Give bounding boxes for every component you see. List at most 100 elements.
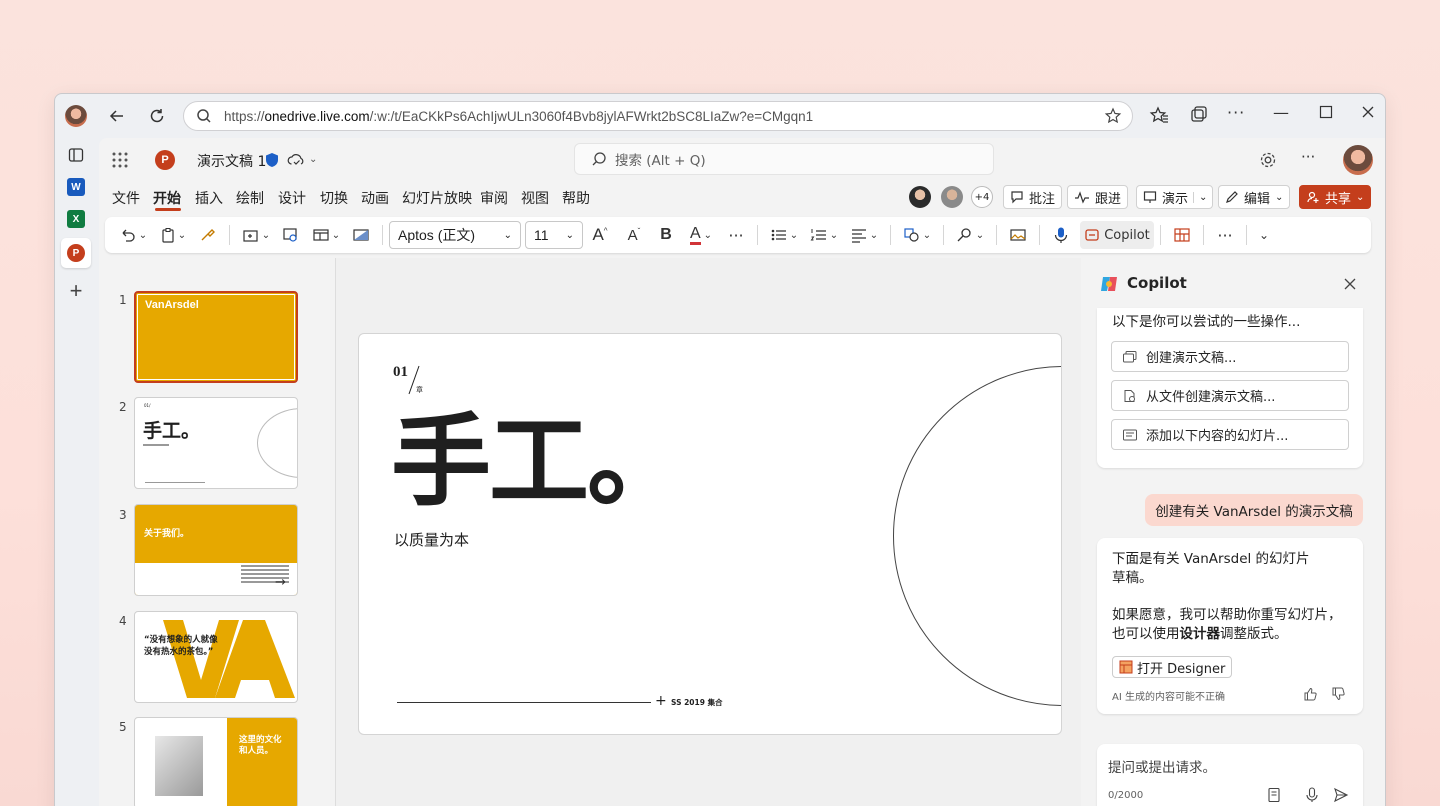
collections-icon[interactable] bbox=[1189, 105, 1209, 125]
search-icon bbox=[592, 152, 606, 166]
format-painter-button[interactable] bbox=[193, 221, 223, 249]
thumbs-down-icon[interactable] bbox=[1331, 687, 1345, 701]
align-button[interactable]: ⌄ bbox=[844, 221, 884, 249]
grow-font-button[interactable]: A^ bbox=[583, 221, 617, 249]
response-line: 也可以使用设计器调整版式。 bbox=[1112, 626, 1288, 642]
slide-thumbnail-3[interactable]: 关于我们。 → bbox=[134, 504, 298, 596]
catch-up-button[interactable]: 跟进 bbox=[1067, 185, 1129, 209]
more-options-icon[interactable]: ··· bbox=[1301, 148, 1315, 166]
menu-help[interactable]: 帮助 bbox=[562, 188, 590, 208]
menu-design[interactable]: 设计 bbox=[278, 188, 306, 208]
prompt-guide-icon[interactable] bbox=[1267, 787, 1281, 803]
suggestion-add-slide[interactable]: 添加以下内容的幻灯片... bbox=[1111, 419, 1349, 450]
slide-title[interactable]: 手工。 bbox=[391, 402, 687, 522]
tab-sidebar-icon[interactable] bbox=[63, 142, 89, 168]
word-icon[interactable]: W bbox=[67, 178, 85, 196]
slide-number: 5 bbox=[119, 720, 127, 734]
dictate-button[interactable] bbox=[1046, 221, 1076, 249]
bold-button[interactable]: B bbox=[651, 221, 681, 249]
thumbnail-brand: VanArsdel bbox=[145, 299, 199, 311]
app-rail: W X P + bbox=[55, 138, 99, 806]
menu-review[interactable]: 审阅 bbox=[480, 188, 508, 208]
undo-button[interactable]: ⌄ bbox=[113, 221, 153, 249]
document-title[interactable]: 演示文稿 1 bbox=[197, 151, 266, 171]
font-family-select[interactable]: Aptos (正文) ⌄ bbox=[389, 221, 521, 249]
menu-file[interactable]: 文件 bbox=[112, 188, 140, 208]
favorites-icon[interactable] bbox=[1149, 105, 1169, 125]
font-size-select[interactable]: 11 ⌄ bbox=[525, 221, 583, 249]
designer-button[interactable] bbox=[1167, 221, 1197, 249]
user-message: 创建有关 VanArsdel 的演示文稿 bbox=[1145, 494, 1363, 526]
menu-view[interactable]: 视图 bbox=[521, 188, 549, 208]
add-icon[interactable]: + bbox=[63, 278, 89, 304]
menu-animations[interactable]: 动画 bbox=[361, 188, 389, 208]
circle-decoration bbox=[893, 366, 1061, 706]
new-slide-button[interactable]: ⌄ bbox=[236, 221, 276, 249]
numbering-button[interactable]: ⌄ bbox=[804, 221, 844, 249]
open-designer-button[interactable]: 打开 Designer bbox=[1112, 656, 1233, 678]
save-status-dropdown[interactable]: ⌄ bbox=[287, 151, 317, 167]
copilot-ribbon-button[interactable]: Copilot bbox=[1080, 221, 1154, 249]
maximize-icon[interactable] bbox=[1319, 105, 1333, 119]
slide-thumbnail-2[interactable]: 01/ 手工。 bbox=[134, 397, 298, 489]
chapter-label[interactable]: 章 bbox=[416, 385, 423, 395]
comments-label: 批注 bbox=[1029, 191, 1056, 207]
bullets-button[interactable]: ⌄ bbox=[764, 221, 804, 249]
suggestion-create-presentation[interactable]: 创建演示文稿... bbox=[1111, 341, 1349, 372]
chat-input-placeholder[interactable]: 提问或提出请求。 bbox=[1108, 756, 1216, 776]
refresh-icon[interactable] bbox=[145, 104, 169, 128]
favorite-add-icon[interactable] bbox=[1104, 107, 1122, 125]
editing-label: 编辑 bbox=[1244, 191, 1271, 207]
slide-thumbnail-5[interactable]: 这里的文化 和人员。 bbox=[134, 717, 298, 806]
background-button[interactable] bbox=[346, 221, 376, 249]
menu-insert[interactable]: 插入 bbox=[195, 188, 223, 208]
find-button[interactable]: ⌄ bbox=[950, 221, 990, 249]
microphone-icon[interactable] bbox=[1305, 787, 1319, 803]
reuse-slides-button[interactable] bbox=[276, 221, 306, 249]
address-bar[interactable]: https://onedrive.live.com/:w:/t/EaCKkPs6… bbox=[183, 101, 1133, 131]
slide-subtitle[interactable]: 以质量为本 bbox=[394, 529, 469, 550]
profile-avatar[interactable] bbox=[65, 105, 87, 127]
slide-thumbnail-4[interactable]: “没有想象的人就像 没有热水的茶包。” bbox=[134, 611, 298, 703]
shapes-button[interactable]: ⌄ bbox=[897, 221, 937, 249]
chat-input-box[interactable]: 提问或提出请求。 0/2000 bbox=[1097, 744, 1363, 806]
excel-icon[interactable]: X bbox=[67, 210, 85, 228]
current-slide[interactable]: 01 章 手工。 以质量为本 + SS 2019 集合 bbox=[358, 333, 1062, 735]
collaborator-avatar[interactable] bbox=[941, 186, 963, 208]
editing-button[interactable]: 编辑 ⌄ bbox=[1218, 185, 1291, 209]
present-button[interactable]: 演示 ⌄ bbox=[1136, 185, 1214, 209]
back-icon[interactable] bbox=[105, 104, 129, 128]
thumbs-up-icon[interactable] bbox=[1303, 687, 1317, 701]
chapter-number[interactable]: 01 bbox=[393, 364, 408, 381]
close-icon[interactable] bbox=[1343, 277, 1357, 291]
shrink-font-button[interactable]: Aˇ bbox=[617, 221, 651, 249]
app-launcher-icon[interactable] bbox=[111, 151, 129, 169]
expand-ribbon-icon[interactable]: ⌄ bbox=[1253, 221, 1275, 249]
more-icon[interactable]: ··· bbox=[1227, 103, 1245, 122]
slide-thumbnail-1[interactable]: VanArsdel bbox=[134, 291, 298, 383]
powerpoint-icon[interactable]: P bbox=[61, 238, 91, 268]
layout-button[interactable]: ⌄ bbox=[306, 221, 346, 249]
more-commands-icon[interactable]: ··· bbox=[1210, 221, 1240, 249]
send-icon[interactable] bbox=[1333, 787, 1349, 803]
paste-button[interactable]: ⌄ bbox=[153, 221, 193, 249]
menu-home[interactable]: 开始 bbox=[153, 188, 181, 208]
suggestion-from-file[interactable]: 从文件创建演示文稿... bbox=[1111, 380, 1349, 411]
more-font-options-icon[interactable]: ··· bbox=[721, 221, 751, 249]
chevron-down-icon[interactable]: ⌄ bbox=[1193, 191, 1212, 203]
add-in-button[interactable] bbox=[1003, 221, 1033, 249]
comments-button[interactable]: 批注 bbox=[1003, 185, 1063, 209]
settings-icon[interactable] bbox=[1259, 151, 1277, 169]
slide-footer[interactable]: SS 2019 集合 bbox=[671, 697, 723, 708]
account-avatar[interactable] bbox=[1343, 145, 1373, 175]
collaborator-avatar[interactable] bbox=[909, 186, 931, 208]
menu-draw[interactable]: 绘制 bbox=[236, 188, 264, 208]
menu-transitions[interactable]: 切换 bbox=[320, 188, 348, 208]
menu-slideshow[interactable]: 幻灯片放映 bbox=[402, 188, 472, 208]
font-color-button[interactable]: A ⌄ bbox=[681, 221, 721, 249]
minimize-icon[interactable]: — bbox=[1273, 103, 1289, 122]
close-icon[interactable] bbox=[1361, 105, 1375, 119]
collaborator-count[interactable]: +4 bbox=[971, 186, 993, 208]
share-button[interactable]: 共享 ⌄ bbox=[1299, 185, 1372, 209]
search-box[interactable]: 搜索 (Alt + Q) bbox=[575, 144, 993, 174]
